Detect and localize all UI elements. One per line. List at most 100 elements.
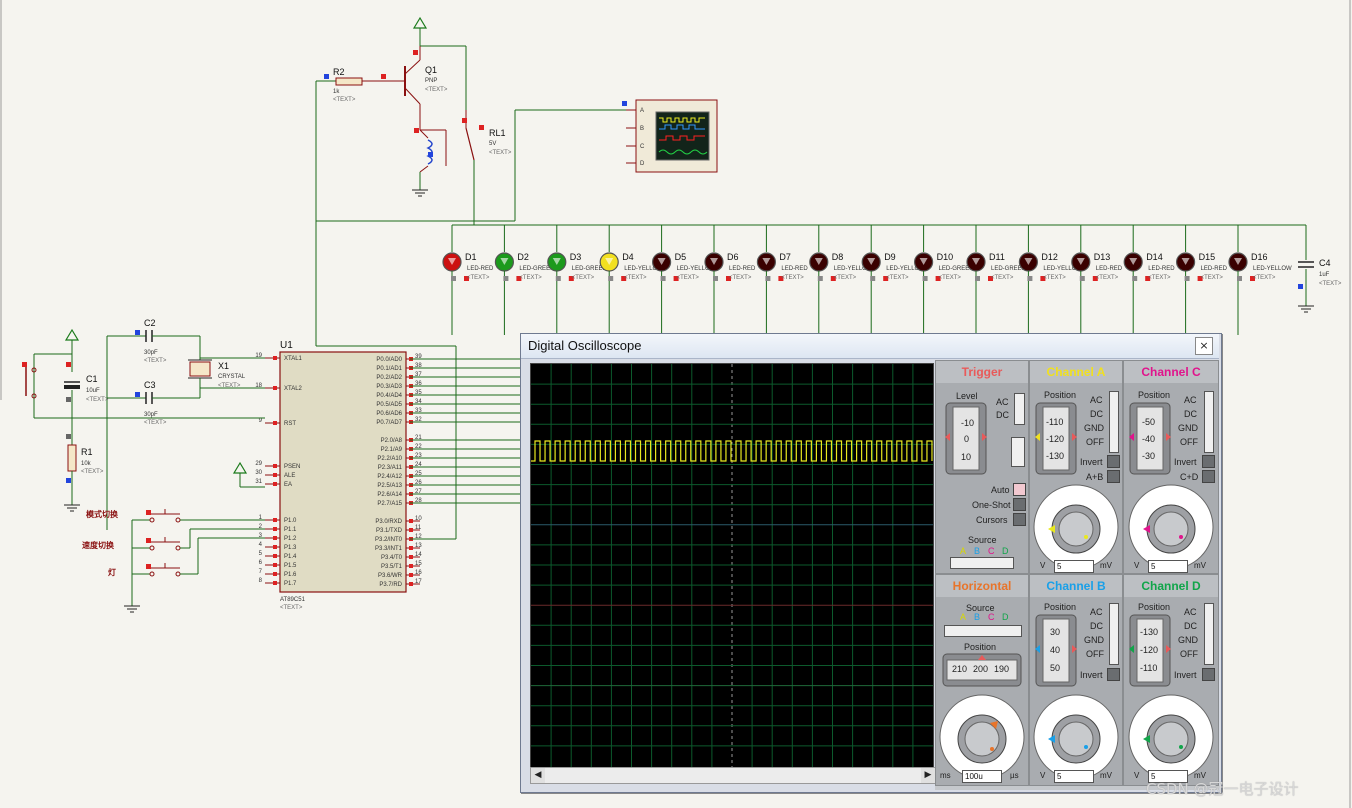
trigger-section: Trigger Level -10 0 10 AC DC Auto One-Sh… [935, 360, 1029, 574]
push-buttons[interactable]: 模式切换 速度切换 灯 [82, 509, 265, 613]
channel-a-coupling-switch[interactable] [1109, 391, 1119, 453]
led-d8[interactable]: D8LED-YELLOW<TEXT> [809, 225, 873, 335]
led-d13[interactable]: D13 LED-RED <TEXT> [1071, 225, 1123, 335]
u1-microcontroller[interactable]: U1 AT89C51 <TEXT> 19 XTAL118 XTAL29 RST29 PS… [255, 340, 422, 611]
led-tag: <TEXT> [781, 275, 804, 281]
channel-d-volts-knob[interactable] [1127, 693, 1215, 781]
u1-pin-name: RST [284, 421, 296, 427]
crystal-circuit[interactable]: C2 30pF <TEXT> C3 30pF <TEXT> X1 CRYSTAL… [106, 318, 265, 530]
channel-a-v: V [1040, 561, 1046, 570]
pin-marker [409, 582, 413, 586]
led-d14[interactable]: D14 LED-RED <TEXT> [1123, 225, 1175, 335]
led-d7[interactable]: D7 LED-RED <TEXT> [756, 225, 808, 335]
led-part: LED-RED [1201, 266, 1228, 272]
led-d6[interactable]: D6 LED-RED <TEXT> [704, 225, 756, 335]
horizontal-source-slider[interactable] [944, 625, 1022, 637]
auto-button[interactable] [1013, 483, 1026, 496]
channel-d-coupling-switch[interactable] [1204, 603, 1214, 665]
channel-b-v: V [1040, 771, 1046, 780]
channel-c-tick-1: -50 [1142, 417, 1156, 427]
btn-label-speed: 速度切换 [82, 540, 115, 550]
scroll-right-icon[interactable]: ▶ [921, 768, 935, 783]
led-tag: <TEXT> [624, 275, 647, 281]
led-ref: D12 [1041, 252, 1058, 262]
q1-tag: <TEXT> [425, 87, 448, 93]
u1-pin-num: 16 [415, 570, 422, 576]
r2-resistor[interactable]: R2 1k <TEXT> [316, 67, 405, 103]
trigger-coupling-switch[interactable] [1014, 393, 1025, 425]
channel-d-ac: AC [1184, 607, 1197, 617]
channel-b-tick-1: 30 [1050, 627, 1061, 637]
channel-b-mv: mV [1100, 771, 1112, 780]
channel-c-invert-button[interactable] [1202, 455, 1215, 468]
led-d16[interactable]: D16 LED-YELLOW <TEXT> [1228, 225, 1292, 335]
u1-pin-name: XTAL2 [284, 386, 303, 392]
led-ref: D7 [779, 252, 791, 262]
channel-c-value[interactable]: 5 [1148, 560, 1188, 573]
c3-ref: C3 [144, 380, 156, 390]
led-d10[interactable]: D10LED-GREEN<TEXT> [913, 225, 974, 335]
channel-a-gnd: GND [1084, 423, 1104, 433]
channel-a-off: OFF [1086, 437, 1104, 447]
channel-d-invert-button[interactable] [1202, 668, 1215, 681]
channel-a-invert-button[interactable] [1107, 455, 1120, 468]
horizontal-scrollbar[interactable]: ◀ ▶ [530, 767, 936, 784]
led-d15[interactable]: D15 LED-RED <TEXT> [1175, 225, 1228, 335]
q1-transistor[interactable]: Q1 PNP <TEXT> [404, 16, 467, 130]
oscilloscope-titlebar[interactable]: Digital Oscilloscope × [521, 334, 1219, 359]
channel-c-coupling-switch[interactable] [1204, 391, 1214, 453]
scope-instrument[interactable]: A B C D [474, 99, 718, 222]
u1-pin-name: P1.6 [284, 572, 297, 578]
channel-a-tick-3: -130 [1046, 451, 1065, 461]
trigger-edge-switch[interactable] [1011, 437, 1025, 467]
channel-d-tick-1: -130 [1140, 627, 1159, 637]
horizontal-value[interactable]: 100u [962, 770, 1002, 783]
led-d5[interactable]: D5LED-YELLOW<TEXT> [651, 225, 716, 335]
led-d1[interactable]: D1 LED-RED <TEXT> [442, 225, 494, 335]
led-d9[interactable]: D9LED-YELLOW<TEXT> [861, 225, 925, 335]
pin-marker [273, 527, 277, 531]
channel-c-dc: DC [1184, 409, 1197, 419]
led-d4[interactable]: D4LED-YELLOW<TEXT> [599, 225, 663, 335]
channel-b-value[interactable]: 5 [1054, 770, 1094, 783]
channel-b-coupling-switch[interactable] [1109, 603, 1119, 665]
one-shot-button[interactable] [1013, 498, 1026, 511]
horizontal-tick-3: 190 [994, 664, 1010, 674]
c4-capacitor[interactable]: C4 1uF <TEXT> [1298, 225, 1342, 313]
channel-d-tick-3: -110 [1140, 663, 1158, 673]
cursors-button[interactable] [1013, 513, 1026, 526]
u1-pin-name: P0.3/AD3 [376, 384, 402, 390]
channel-c-cd-button[interactable] [1202, 470, 1215, 483]
channel-a-ab-button[interactable] [1107, 470, 1120, 483]
scroll-left-icon[interactable]: ◀ [531, 768, 545, 783]
channel-b-volts-knob[interactable] [1032, 693, 1120, 781]
u1-pin-name: P3.4/T0 [381, 555, 403, 561]
led-d3[interactable]: D3LED-GREEN<TEXT> [547, 225, 607, 335]
channel-c-ac: AC [1184, 395, 1197, 405]
channel-c-volts-knob[interactable] [1127, 483, 1215, 571]
channel-a-mv: mV [1100, 561, 1112, 570]
led-tag: <TEXT> [572, 275, 595, 281]
led-d11[interactable]: D11LED-GREEN<TEXT> [966, 225, 1026, 335]
trigger-source-d: D [1002, 546, 1009, 556]
led-d12[interactable]: D12LED-YELLOW<TEXT> [1018, 225, 1082, 335]
led-tag: <TEXT> [834, 275, 857, 281]
channel-a-value[interactable]: 5 [1054, 560, 1094, 573]
c4-ref: C4 [1319, 258, 1331, 268]
channel-d-position-label: Position [1138, 602, 1171, 612]
pin-marker [273, 386, 277, 390]
c3-value: 30pF [144, 412, 158, 418]
horizontal-time-knob[interactable] [938, 693, 1026, 781]
channel-b-invert-button[interactable] [1107, 668, 1120, 681]
r2-value: 1k [333, 89, 340, 95]
led-d2[interactable]: D2LED-GREEN<TEXT> [494, 225, 554, 335]
horizontal-source-b: B [974, 612, 981, 622]
channel-a-volts-knob[interactable] [1032, 483, 1120, 571]
close-button[interactable]: × [1195, 337, 1213, 355]
rl1-relay[interactable]: RL1 5V <TEXT> [412, 110, 512, 225]
oscilloscope-window[interactable]: Digital Oscilloscope × ◀ ▶ Trigger Level… [520, 333, 1222, 793]
trigger-source-slider[interactable] [950, 557, 1014, 569]
u1-pin-name: P2.5/A13 [377, 483, 402, 489]
rl1-value: 5V [489, 141, 496, 147]
c2-value: 30pF [144, 350, 158, 356]
